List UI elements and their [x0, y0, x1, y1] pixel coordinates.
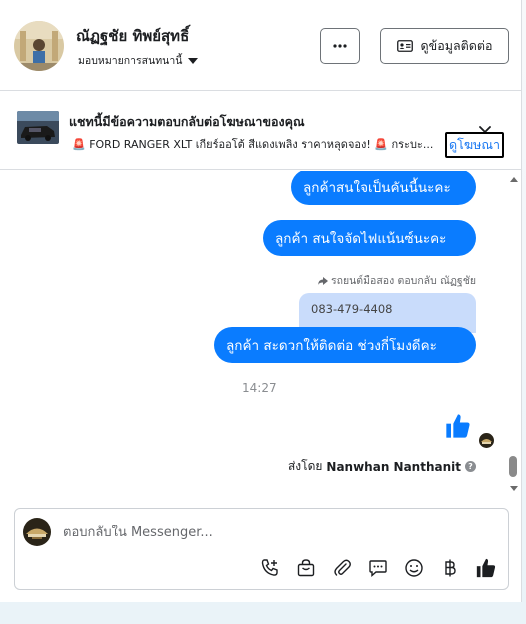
sent-by-prefix: ส่งโดย — [287, 459, 323, 473]
reply-arrow-icon — [317, 276, 328, 285]
id-card-icon — [396, 40, 413, 52]
emoji-icon[interactable] — [403, 557, 425, 579]
page-background: ณัฏฐชัย ทิพย์สุทธิ์ มอบหมายการสนทนานี้ ด… — [0, 0, 526, 624]
page-avatar — [23, 518, 51, 546]
assign-conversation-dropdown[interactable]: มอบหมายการสนทนานี้ — [78, 52, 199, 69]
message-composer — [14, 508, 509, 590]
reply-indicator-text: รถยนต์มือสอง ตอบกลับ ณัฏฐชัย — [330, 275, 476, 287]
baht-icon[interactable] — [439, 557, 461, 579]
phone-add-icon[interactable] — [259, 557, 281, 579]
seen-avatar — [479, 433, 494, 448]
more-options-button[interactable] — [320, 28, 360, 64]
attachment-icon[interactable] — [331, 557, 353, 579]
ad-banner-title: แชทนี้มีข้อความตอบกลับต่อโฆษณาของคุณ — [69, 114, 305, 129]
scroll-down-arrow[interactable] — [510, 486, 518, 491]
view-ad-link[interactable]: ดูโฆษณา — [445, 132, 504, 158]
outgoing-message: ลูกค้าสนใจเป็นคันนี้นะคะ — [291, 171, 476, 205]
reply-indicator: รถยนต์มือสอง ตอบกลับ ณัฏฐชัย — [317, 272, 476, 289]
caret-down-icon — [188, 57, 199, 64]
scroll-up-arrow[interactable] — [510, 177, 518, 182]
view-contact-label: ดูข้อมูลติดต่อ — [420, 38, 493, 53]
message-timestamp: 14:27 — [242, 381, 277, 395]
conversation-header: ณัฏฐชัย ทิพย์สุทธิ์ มอบหมายการสนทนานี้ ด… — [0, 0, 522, 91]
sender-name: Nanwhan Nanthanit — [326, 459, 461, 474]
conversation-panel: ณัฏฐชัย ทิพย์สุทธิ์ มอบหมายการสนทนานี้ ด… — [0, 0, 522, 602]
message-thread: ลูกค้าสนใจเป็นคันนี้นะคะ ลูกค้า สนใจจัดไ… — [0, 171, 522, 502]
chat-bubble-icon[interactable] — [367, 557, 389, 579]
scrollbar-thumb[interactable] — [509, 456, 517, 477]
sent-by-label: ส่งโดย Nanwhan Nanthanit ? — [288, 457, 476, 476]
contact-name: ณัฏฐชัย ทิพย์สุทธิ์ — [76, 27, 190, 45]
shopping-bag-icon[interactable] — [295, 557, 317, 579]
outgoing-message: ลูกค้า สนใจจัดไฟแน้นซ์นะคะ — [263, 220, 476, 256]
assign-label: มอบหมายการสนทนานี้ — [78, 55, 183, 67]
ad-banner-text: 🚨 FORD RANGER XLT เกียร์ออโต้ สีแดงเพลิง… — [72, 138, 434, 151]
like-icon[interactable] — [475, 557, 497, 579]
ad-reply-banner: แชทนี้มีข้อความตอบกลับต่อโฆษณาของคุณ 🚨 F… — [0, 92, 522, 170]
view-contact-button[interactable]: ดูข้อมูลติดต่อ — [380, 28, 509, 64]
reply-input[interactable] — [63, 525, 363, 540]
outgoing-message: ลูกค้า สะดวกให้ติดต่อ ช่วงกี่โมงดีคะ — [214, 327, 476, 363]
like-sticker-icon — [444, 412, 472, 444]
info-icon[interactable]: ? — [465, 461, 476, 472]
ad-thumbnail[interactable] — [17, 111, 59, 144]
contact-avatar[interactable] — [14, 21, 64, 71]
more-horizontal-icon — [333, 44, 347, 48]
